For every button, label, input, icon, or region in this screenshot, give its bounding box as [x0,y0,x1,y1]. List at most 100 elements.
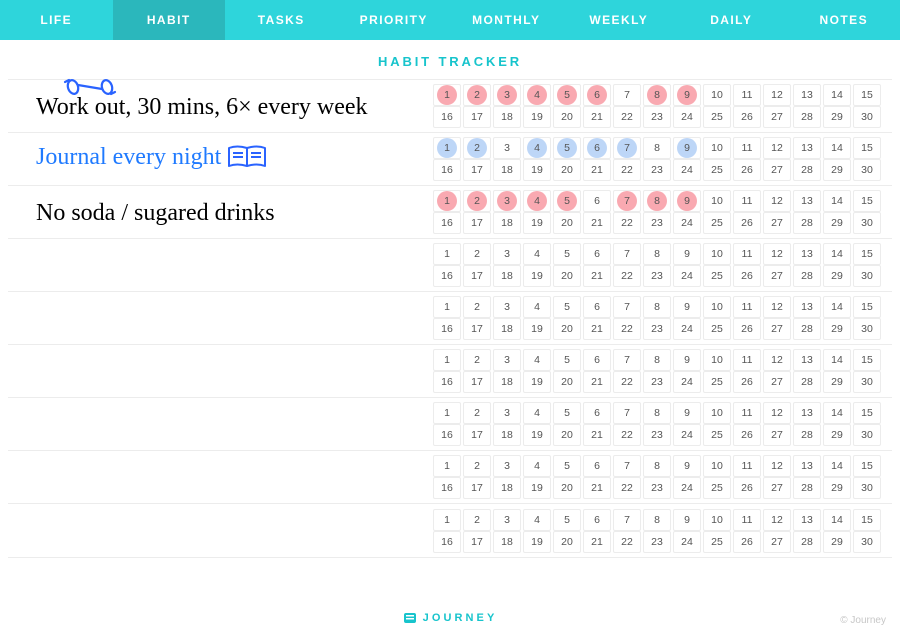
day-cell[interactable]: 26 [733,159,761,181]
day-cell[interactable]: 5 [553,243,581,265]
day-cell[interactable]: 23 [643,159,671,181]
day-cell[interactable]: 25 [703,371,731,393]
day-cell[interactable]: 8 [643,243,671,265]
day-cell[interactable]: 24 [673,212,701,234]
day-cell[interactable]: 24 [673,318,701,340]
day-cell[interactable]: 18 [493,424,521,446]
day-cell[interactable]: 12 [763,137,791,159]
day-cell[interactable]: 13 [793,137,821,159]
day-cell[interactable]: 10 [703,296,731,318]
day-cell[interactable]: 4 [523,349,551,371]
day-cell[interactable]: 10 [703,349,731,371]
day-cell[interactable]: 28 [793,159,821,181]
day-cell[interactable]: 10 [703,402,731,424]
habit-label-cell[interactable] [8,345,433,397]
day-cell[interactable]: 15 [853,243,881,265]
day-cell[interactable]: 21 [583,212,611,234]
tab-daily[interactable]: DAILY [675,0,788,40]
day-cell[interactable]: 26 [733,531,761,553]
day-cell[interactable]: 14 [823,84,851,106]
day-cell[interactable]: 9 [673,137,701,159]
day-cell[interactable]: 17 [463,159,491,181]
day-cell[interactable]: 28 [793,477,821,499]
day-cell[interactable]: 20 [553,531,581,553]
day-cell[interactable]: 2 [463,84,491,106]
day-cell[interactable]: 17 [463,531,491,553]
habit-label-cell[interactable]: Work out, 30 mins, 6× every week [8,80,433,132]
day-cell[interactable]: 12 [763,349,791,371]
day-cell[interactable]: 4 [523,243,551,265]
day-cell[interactable]: 8 [643,137,671,159]
day-cell[interactable]: 11 [733,455,761,477]
day-cell[interactable]: 27 [763,159,791,181]
day-cell[interactable]: 13 [793,455,821,477]
day-cell[interactable]: 16 [433,477,461,499]
day-cell[interactable]: 26 [733,212,761,234]
day-cell[interactable]: 28 [793,424,821,446]
day-cell[interactable]: 12 [763,84,791,106]
day-cell[interactable]: 5 [553,190,581,212]
day-cell[interactable]: 5 [553,296,581,318]
day-cell[interactable]: 21 [583,318,611,340]
day-cell[interactable]: 15 [853,296,881,318]
day-cell[interactable]: 9 [673,84,701,106]
day-cell[interactable]: 27 [763,371,791,393]
day-cell[interactable]: 26 [733,106,761,128]
tab-monthly[interactable]: MONTHLY [450,0,563,40]
day-cell[interactable]: 21 [583,477,611,499]
day-cell[interactable]: 19 [523,424,551,446]
day-cell[interactable]: 11 [733,84,761,106]
day-cell[interactable]: 14 [823,243,851,265]
day-cell[interactable]: 2 [463,349,491,371]
day-cell[interactable]: 25 [703,159,731,181]
habit-label-cell[interactable]: Journal every night [8,133,433,185]
day-cell[interactable]: 2 [463,190,491,212]
day-cell[interactable]: 2 [463,137,491,159]
day-cell[interactable]: 13 [793,296,821,318]
day-cell[interactable]: 23 [643,371,671,393]
day-cell[interactable]: 24 [673,106,701,128]
day-cell[interactable]: 4 [523,455,551,477]
day-cell[interactable]: 16 [433,159,461,181]
day-cell[interactable]: 12 [763,455,791,477]
day-cell[interactable]: 7 [613,509,641,531]
day-cell[interactable]: 6 [583,84,611,106]
day-cell[interactable]: 12 [763,509,791,531]
day-cell[interactable]: 1 [433,296,461,318]
day-cell[interactable]: 14 [823,509,851,531]
day-cell[interactable]: 20 [553,159,581,181]
day-cell[interactable]: 3 [493,402,521,424]
day-cell[interactable]: 17 [463,318,491,340]
day-cell[interactable]: 13 [793,84,821,106]
day-cell[interactable]: 5 [553,509,581,531]
day-cell[interactable]: 28 [793,265,821,287]
day-cell[interactable]: 6 [583,349,611,371]
day-cell[interactable]: 13 [793,349,821,371]
habit-label-cell[interactable]: No soda / sugared drinks [8,186,433,238]
day-cell[interactable]: 7 [613,137,641,159]
day-cell[interactable]: 13 [793,190,821,212]
day-cell[interactable]: 9 [673,509,701,531]
day-cell[interactable]: 4 [523,137,551,159]
day-cell[interactable]: 29 [823,531,851,553]
day-cell[interactable]: 27 [763,318,791,340]
day-cell[interactable]: 29 [823,424,851,446]
habit-label-cell[interactable] [8,451,433,503]
day-cell[interactable]: 19 [523,159,551,181]
day-cell[interactable]: 1 [433,84,461,106]
day-cell[interactable]: 13 [793,243,821,265]
day-cell[interactable]: 18 [493,212,521,234]
day-cell[interactable]: 17 [463,106,491,128]
day-cell[interactable]: 20 [553,106,581,128]
day-cell[interactable]: 3 [493,349,521,371]
day-cell[interactable]: 29 [823,265,851,287]
day-cell[interactable]: 25 [703,265,731,287]
day-cell[interactable]: 3 [493,455,521,477]
day-cell[interactable]: 9 [673,243,701,265]
day-cell[interactable]: 16 [433,212,461,234]
day-cell[interactable]: 30 [853,212,881,234]
day-cell[interactable]: 1 [433,455,461,477]
tab-weekly[interactable]: WEEKLY [563,0,676,40]
day-cell[interactable]: 25 [703,531,731,553]
day-cell[interactable]: 30 [853,159,881,181]
